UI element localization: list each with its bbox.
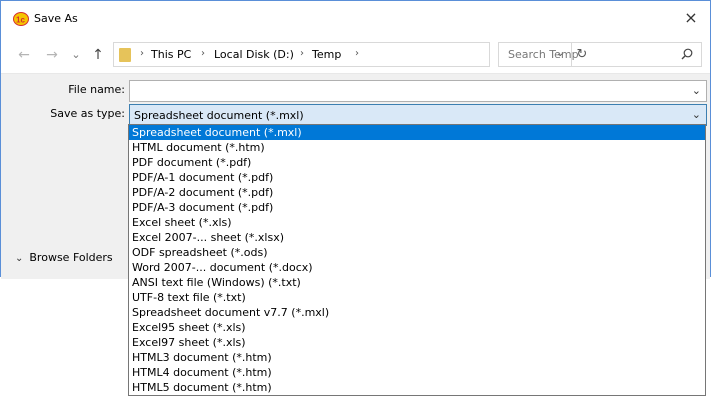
type-option[interactable]: PDF/A-2 document (*.pdf) [129, 185, 705, 200]
type-option[interactable]: Excel95 sheet (*.xls) [129, 320, 705, 335]
title-bar: 1c Save As × [1, 1, 710, 37]
type-option[interactable]: Word 2007-... document (*.docx) [129, 260, 705, 275]
chevron-down-icon[interactable]: ⌄ [692, 108, 701, 121]
chevron-down-icon: ⌄ [15, 253, 24, 264]
navigation-bar: ← → ⌄ ↑ › This PC › Local Disk (D:) › Te… [1, 37, 710, 73]
type-option[interactable]: Excel97 sheet (*.xls) [129, 335, 705, 350]
type-option[interactable]: PDF document (*.pdf) [129, 155, 705, 170]
browse-folders-toggle[interactable]: ⌄ Browse Folders [15, 251, 113, 264]
type-option[interactable]: UTF-8 text file (*.txt) [129, 290, 705, 305]
back-arrow-icon[interactable]: ← [15, 46, 33, 64]
save-as-type-select[interactable]: Spreadsheet document (*.mxl) ⌄ [129, 104, 707, 126]
address-bar[interactable]: › This PC › Local Disk (D:) › Temp › ⌄ ↻ [113, 42, 587, 67]
file-name-label: File name: [68, 83, 125, 96]
up-arrow-icon[interactable]: ↑ [89, 46, 107, 64]
type-option[interactable]: HTML4 document (*.htm) [129, 365, 705, 380]
chevron-down-icon[interactable]: ⌄ [692, 84, 701, 97]
save-as-type-label: Save as type: [50, 107, 125, 120]
breadcrumb-this-pc[interactable]: This PC [151, 48, 191, 61]
type-option[interactable]: HTML3 document (*.htm) [129, 350, 705, 365]
type-option[interactable]: HTML document (*.htm) [129, 140, 705, 155]
file-name-field[interactable]: ⌄ [129, 80, 707, 102]
breadcrumb-local-disk[interactable]: Local Disk (D:) [214, 48, 294, 61]
type-option[interactable]: Excel sheet (*.xls) [129, 215, 705, 230]
type-option[interactable]: ANSI text file (Windows) (*.txt) [129, 275, 705, 290]
recent-locations-chevron-icon[interactable]: ⌄ [67, 46, 85, 64]
svg-text:1c: 1c [16, 16, 25, 25]
browse-folders-label: Browse Folders [29, 251, 113, 264]
type-option[interactable]: Excel 2007-... sheet (*.xlsx) [129, 230, 705, 245]
breadcrumb-separator: › [300, 48, 304, 59]
save-as-type-dropdown-list: Spreadsheet document (*.mxl) HTML docume… [128, 124, 706, 396]
close-icon[interactable]: × [680, 7, 702, 29]
type-option[interactable]: ODF spreadsheet (*.ods) [129, 245, 705, 260]
type-option[interactable]: Spreadsheet document (*.mxl) [129, 125, 705, 140]
search-input[interactable]: Search Temp [508, 48, 579, 61]
forward-arrow-icon[interactable]: → [43, 46, 61, 64]
type-option[interactable]: PDF/A-1 document (*.pdf) [129, 170, 705, 185]
window-title: Save As [34, 12, 78, 25]
breadcrumb-separator: › [140, 48, 144, 59]
breadcrumb-temp[interactable]: Temp [312, 48, 341, 61]
search-box[interactable]: Search Temp [498, 42, 702, 67]
search-icon[interactable] [681, 48, 693, 60]
breadcrumb-separator: › [355, 48, 359, 59]
folder-icon [119, 48, 131, 62]
type-option[interactable]: Spreadsheet document v7.7 (*.mxl) [129, 305, 705, 320]
type-option[interactable]: PDF/A-3 document (*.pdf) [129, 200, 705, 215]
breadcrumb-separator: › [201, 48, 205, 59]
type-option[interactable]: HTML5 document (*.htm) [129, 380, 705, 395]
app-1c-icon: 1c [13, 12, 29, 26]
save-as-type-value: Spreadsheet document (*.mxl) [134, 109, 304, 122]
